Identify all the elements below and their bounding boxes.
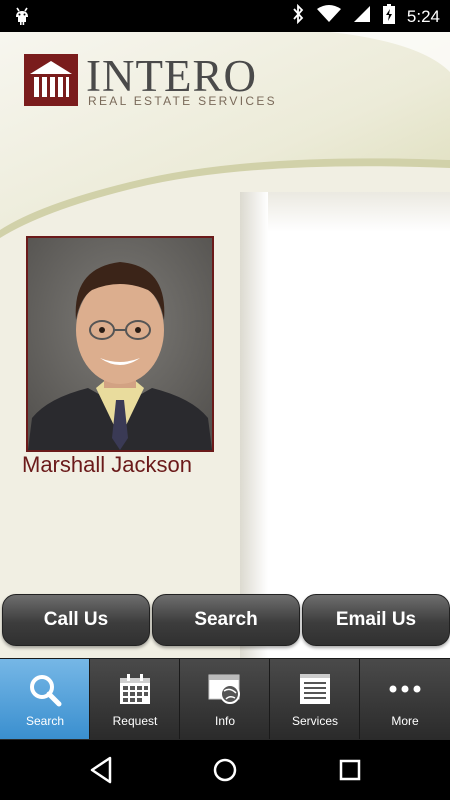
brand-logo: INTERO REAL ESTATE SERVICES — [24, 51, 294, 114]
tab-more[interactable]: More — [360, 659, 450, 739]
android-debug-icon — [14, 6, 30, 31]
tab-label: Info — [214, 714, 235, 728]
content-panel — [240, 192, 450, 658]
agent-name: Marshall Jackson — [22, 452, 192, 477]
document-list-icon — [270, 673, 360, 707]
tab-label: Search — [25, 714, 65, 728]
tab-info[interactable]: Info — [180, 659, 270, 739]
tab-services[interactable]: Services — [270, 659, 360, 739]
home-icon[interactable] — [209, 754, 241, 786]
tab-search[interactable]: Search — [0, 659, 90, 739]
tab-label: Services — [291, 714, 338, 728]
app-content: INTERO REAL ESTATE SERVICES Marshall Jac… — [0, 32, 450, 658]
call-us-button[interactable]: Call Us — [2, 594, 150, 646]
signal-icon — [353, 5, 371, 28]
battery-icon — [382, 4, 395, 29]
recents-icon[interactable] — [334, 754, 366, 786]
bottom-tab-bar: Search Request Info Services More — [0, 658, 450, 741]
info-globe-icon — [180, 673, 270, 707]
search-icon — [0, 673, 90, 707]
tab-label: More — [391, 714, 419, 728]
back-icon[interactable] — [86, 754, 118, 786]
action-buttons: Call Us Search Email Us — [0, 594, 450, 646]
clock: 5:24 — [406, 6, 440, 26]
wifi-icon — [316, 5, 341, 28]
status-bar: 5:24 — [0, 0, 450, 32]
calendar-icon — [90, 673, 180, 707]
more-dots-icon — [360, 673, 450, 707]
system-nav-bar — [0, 740, 450, 800]
agent-photo — [26, 236, 214, 452]
bluetooth-icon — [291, 3, 305, 29]
brand-tagline: REAL ESTATE SERVICES — [88, 94, 277, 108]
tab-label: Request — [112, 714, 158, 728]
email-us-button[interactable]: Email Us — [302, 594, 450, 646]
intero-columns-icon — [24, 54, 78, 106]
tab-request[interactable]: Request — [90, 659, 180, 739]
search-button[interactable]: Search — [152, 594, 300, 646]
